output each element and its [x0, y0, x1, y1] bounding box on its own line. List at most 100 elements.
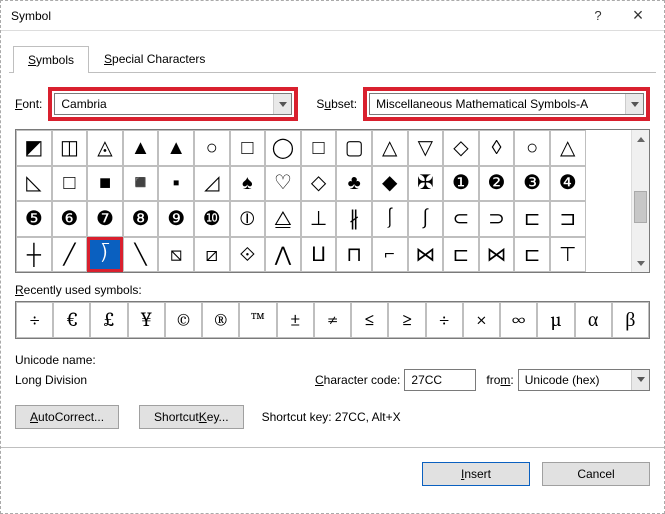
recent-symbol-cell[interactable]: ÷	[16, 302, 53, 338]
symbol-cell[interactable]: ❿	[194, 201, 230, 237]
symbol-cell[interactable]: △	[550, 130, 586, 166]
recent-symbol-cell[interactable]: ≥	[388, 302, 425, 338]
symbol-cell[interactable]: ▲	[123, 130, 159, 166]
recent-symbol-cell[interactable]: ©	[165, 302, 202, 338]
symbol-cell[interactable]: ♡	[265, 166, 301, 202]
help-button[interactable]: ?	[578, 2, 618, 30]
symbol-cell[interactable]: ⊏	[514, 237, 550, 273]
symbol-cell[interactable]: ❼	[87, 201, 123, 237]
font-select[interactable]: Cambria	[54, 93, 292, 115]
recent-symbol-cell[interactable]: ∞	[500, 302, 537, 338]
symbol-cell[interactable]: ◫	[52, 130, 88, 166]
symbol-cell[interactable]: ⊃	[479, 201, 515, 237]
symbol-cell[interactable]: □	[52, 166, 88, 202]
symbol-cell[interactable]: ⟌	[87, 237, 123, 273]
symbol-cell[interactable]: ⋀	[265, 237, 301, 273]
symbol-cell[interactable]: ❹	[550, 166, 586, 202]
tab-symbols[interactable]: Symbols	[13, 46, 89, 73]
symbol-cell[interactable]: ╱	[52, 237, 88, 273]
symbol-cell[interactable]: ◯	[265, 130, 301, 166]
recent-symbol-cell[interactable]: α	[575, 302, 612, 338]
symbol-cell[interactable]: ⨿	[301, 237, 337, 273]
symbol-cell[interactable]: ⊤	[550, 237, 586, 273]
symbol-cell[interactable]: ❾	[158, 201, 194, 237]
shortcut-key-button[interactable]: Shortcut Key...	[139, 405, 244, 429]
close-button[interactable]: ×	[618, 2, 658, 30]
symbol-cell[interactable]: ▢	[336, 130, 372, 166]
symbol-cell[interactable]: ❺	[16, 201, 52, 237]
symbol-cell[interactable]: ⊏	[514, 201, 550, 237]
symbol-cell[interactable]: ▪	[158, 166, 194, 202]
recent-symbol-cell[interactable]: ¥	[128, 302, 165, 338]
symbol-cell[interactable]: ○	[514, 130, 550, 166]
symbol-cell[interactable]: ◬	[87, 130, 123, 166]
symbol-cell[interactable]: ⊓	[336, 237, 372, 273]
recent-symbol-cell[interactable]: ÷	[426, 302, 463, 338]
symbol-cell[interactable]: ◇	[301, 166, 337, 202]
symbol-cell[interactable]: ♣	[336, 166, 372, 202]
symbol-cell[interactable]: ■	[87, 166, 123, 202]
recent-symbol-cell[interactable]: β	[612, 302, 649, 338]
symbol-cell[interactable]: ❸	[514, 166, 550, 202]
scroll-thumb[interactable]	[634, 191, 647, 223]
recent-symbol-cell[interactable]: ≠	[314, 302, 351, 338]
symbol-cell[interactable]: ⦶	[230, 201, 266, 237]
symbol-cell[interactable]: △	[372, 130, 408, 166]
symbol-cell[interactable]: ⋈	[479, 237, 515, 273]
symbol-cell[interactable]: ⊐	[550, 201, 586, 237]
symbol-cell[interactable]: ⌐	[372, 237, 408, 273]
symbol-cell[interactable]: □	[301, 130, 337, 166]
cancel-button[interactable]: Cancel	[542, 462, 650, 486]
symbol-cell[interactable]: ⧋	[265, 201, 301, 237]
autocorrect-button[interactable]: AutoCorrect...	[15, 405, 119, 429]
recent-symbol-cell[interactable]: ±	[277, 302, 314, 338]
symbol-cell[interactable]: ◇	[443, 130, 479, 166]
recent-symbol-cell[interactable]: €	[53, 302, 90, 338]
symbol-cell[interactable]: ❻	[52, 201, 88, 237]
symbol-cell[interactable]: ⧄	[194, 237, 230, 273]
scroll-up-icon[interactable]	[632, 130, 649, 148]
symbol-cell[interactable]: ❶	[443, 166, 479, 202]
recent-symbol-cell[interactable]: ™	[239, 302, 276, 338]
recent-symbol-cell[interactable]: ≤	[351, 302, 388, 338]
recent-symbol-cell[interactable]: ®	[202, 302, 239, 338]
tab-special-characters[interactable]: Special Characters	[89, 45, 220, 72]
symbol-cell[interactable]: ⋈	[408, 237, 444, 273]
recent-symbol-cell[interactable]: µ	[537, 302, 574, 338]
symbol-cell[interactable]: ◆	[372, 166, 408, 202]
symbol-cell[interactable]: ┼	[16, 237, 52, 273]
symbol-cell[interactable]: ◊	[479, 130, 515, 166]
symbol-cell[interactable]: ⎰	[372, 201, 408, 237]
shortcut-key-text: Shortcut key: 27CC, Alt+X	[262, 410, 401, 424]
symbol-cell[interactable]: ⧅	[158, 237, 194, 273]
symbol-cell[interactable]: ◩	[16, 130, 52, 166]
symbol-cell[interactable]: ⊥	[301, 201, 337, 237]
symbol-cell[interactable]: ▲	[158, 130, 194, 166]
symbol-cell[interactable]: ⊂	[443, 201, 479, 237]
symbol-cell[interactable]: □	[230, 130, 266, 166]
symbol-cell[interactable]: ╲	[123, 237, 159, 273]
symbol-cell[interactable]: ○	[194, 130, 230, 166]
symbol-cell[interactable]: ∦	[336, 201, 372, 237]
recent-symbol-cell[interactable]: £	[90, 302, 127, 338]
symbol-cell[interactable]: ♠	[230, 166, 266, 202]
symbol-cell[interactable]: ✠	[408, 166, 444, 202]
symbol-cell[interactable]: ◾	[123, 166, 159, 202]
symbol-cell[interactable]: ❷	[479, 166, 515, 202]
symbol-cell[interactable]: ⊏	[443, 237, 479, 273]
scroll-track[interactable]	[632, 148, 649, 254]
insert-button[interactable]: Insert	[422, 462, 530, 486]
subset-select[interactable]: Miscellaneous Mathematical Symbols-A	[369, 93, 644, 115]
tabs: Symbols Special Characters	[1, 31, 664, 72]
symbol-cell[interactable]: ◺	[16, 166, 52, 202]
symbol-cell[interactable]: ▽	[408, 130, 444, 166]
recent-symbol-cell[interactable]: ×	[463, 302, 500, 338]
symbol-cell[interactable]: ⟐	[230, 237, 266, 273]
character-code-input[interactable]: 27CC	[404, 369, 476, 391]
from-select[interactable]: Unicode (hex)	[518, 369, 650, 391]
symbol-cell[interactable]: ❽	[123, 201, 159, 237]
scroll-down-icon[interactable]	[632, 254, 649, 272]
symbol-cell[interactable]: ∫	[408, 201, 444, 237]
symbol-cell[interactable]: ◿	[194, 166, 230, 202]
scrollbar[interactable]	[631, 130, 649, 272]
